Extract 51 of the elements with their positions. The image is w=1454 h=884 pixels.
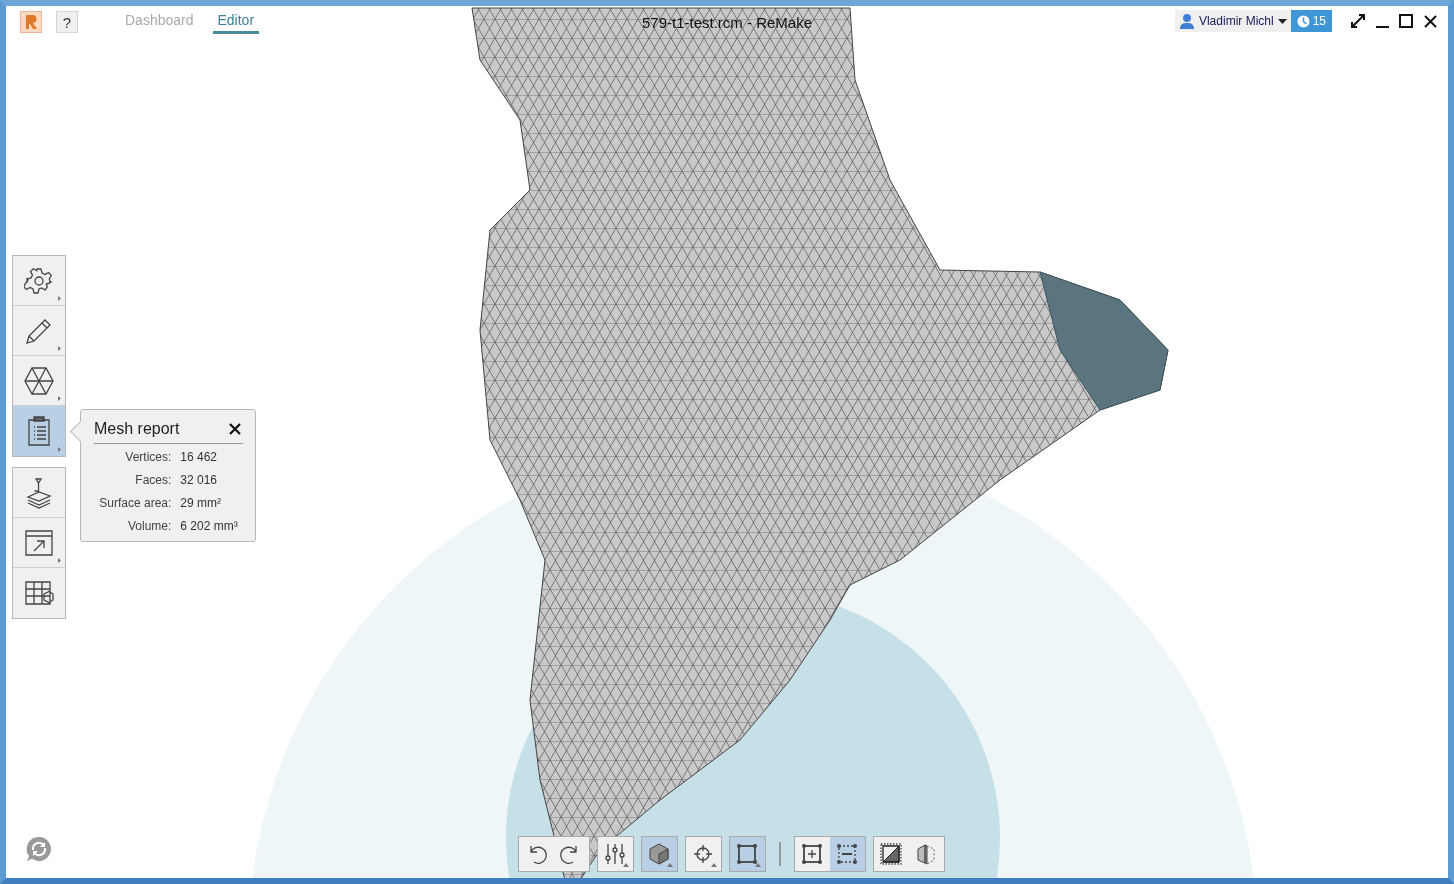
remove-selection-icon <box>835 842 859 866</box>
cube-icon <box>647 842 671 866</box>
stat-value: 32 016 <box>180 473 219 487</box>
layers-print-icon <box>24 476 54 509</box>
export-window-icon <box>24 528 54 557</box>
clipboard-icon <box>26 415 52 447</box>
sidebar-tool-button[interactable] <box>13 406 65 456</box>
stat-label: Volume: <box>127 519 172 533</box>
sync-icon <box>26 836 52 862</box>
submenu-caret-icon <box>58 558 61 563</box>
stat-label: Vertices: <box>124 450 172 464</box>
split-square-icon <box>879 842 903 866</box>
toolbar-button[interactable] <box>829 837 865 871</box>
expand-arrows-icon <box>1350 13 1366 29</box>
nav-tab[interactable]: Dashboard <box>120 10 199 34</box>
submenu-caret-icon <box>58 296 61 301</box>
stat-value: 29 mm² <box>180 496 222 510</box>
stat-label: Faces: <box>134 473 172 487</box>
close-icon <box>1423 14 1437 28</box>
settings-icon <box>24 265 54 296</box>
popover-title: Mesh report <box>94 420 180 438</box>
submenu-caret-icon <box>58 447 61 452</box>
stat-value: 16 462 <box>180 450 219 464</box>
submenu-caret-icon <box>710 863 717 867</box>
caret-icon <box>1277 18 1287 24</box>
close-icon <box>229 423 241 435</box>
submenu-caret-icon <box>754 863 761 867</box>
submenu-caret-icon <box>622 863 629 867</box>
half-cube-icon <box>914 842 938 866</box>
add-selection-icon <box>800 842 824 866</box>
table-cube-icon <box>24 580 54 606</box>
clock-icon <box>1296 14 1310 28</box>
hexagon-icon <box>23 365 55 396</box>
submenu-caret-icon <box>58 346 61 351</box>
stat-label: Surface area: <box>98 496 172 510</box>
sliders-icon <box>603 842 627 866</box>
stat-value: 6 202 mm³ <box>180 519 239 533</box>
crosshair-icon <box>691 842 715 866</box>
user-menu[interactable]: Vladimir Michl <box>1174 10 1291 32</box>
submenu-caret-icon <box>58 396 61 401</box>
toolbar-button[interactable] <box>729 837 765 871</box>
nav-tab[interactable]: Editor <box>212 10 260 34</box>
close-button[interactable] <box>227 421 243 437</box>
window-title: 579-t1-test.rcm - ReMake <box>642 14 812 31</box>
submenu-caret-icon <box>666 863 673 867</box>
clock-counter-badge[interactable]: 15 <box>1290 10 1332 32</box>
maximize-icon <box>1399 14 1413 28</box>
square-select-icon <box>735 842 759 866</box>
help-button[interactable]: ? <box>56 11 78 33</box>
user-icon <box>1178 13 1195 29</box>
minimize-icon <box>1375 26 1389 28</box>
